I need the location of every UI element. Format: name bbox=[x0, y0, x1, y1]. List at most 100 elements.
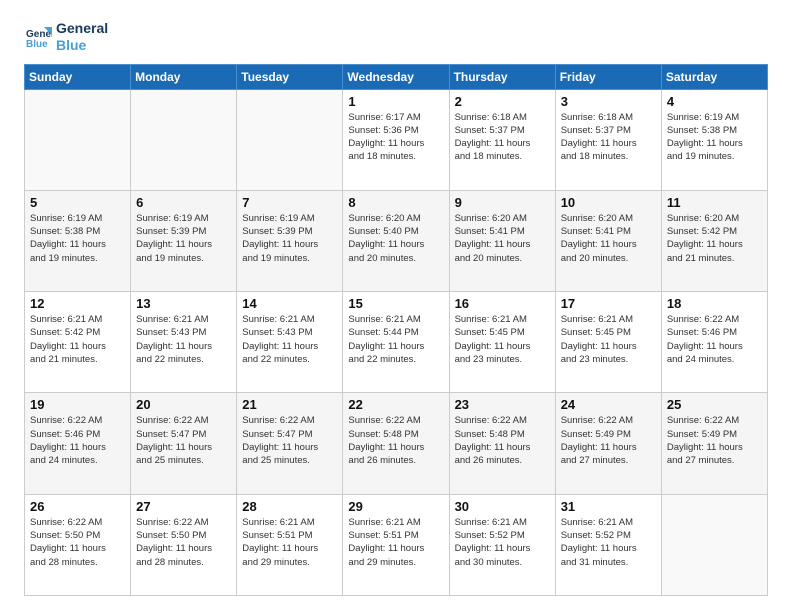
day-info: Sunrise: 6:20 AM Sunset: 5:42 PM Dayligh… bbox=[667, 212, 762, 265]
calendar-cell: 8 Sunrise: 6:20 AM Sunset: 5:40 PM Daylig… bbox=[343, 190, 449, 291]
day-number: 17 bbox=[561, 296, 656, 311]
day-header-thursday: Thursday bbox=[449, 64, 555, 89]
day-info: Sunrise: 6:21 AM Sunset: 5:45 PM Dayligh… bbox=[455, 313, 550, 366]
day-info: Sunrise: 6:21 AM Sunset: 5:42 PM Dayligh… bbox=[30, 313, 125, 366]
day-info: Sunrise: 6:21 AM Sunset: 5:51 PM Dayligh… bbox=[348, 516, 443, 569]
day-info: Sunrise: 6:22 AM Sunset: 5:46 PM Dayligh… bbox=[30, 414, 125, 467]
calendar-cell: 25 Sunrise: 6:22 AM Sunset: 5:49 PM Dayli… bbox=[661, 393, 767, 494]
day-header-friday: Friday bbox=[555, 64, 661, 89]
calendar-cell: 19 Sunrise: 6:22 AM Sunset: 5:46 PM Dayli… bbox=[25, 393, 131, 494]
day-number: 26 bbox=[30, 499, 125, 514]
day-number: 10 bbox=[561, 195, 656, 210]
day-info: Sunrise: 6:21 AM Sunset: 5:43 PM Dayligh… bbox=[242, 313, 337, 366]
day-number: 25 bbox=[667, 397, 762, 412]
calendar-cell: 18 Sunrise: 6:22 AM Sunset: 5:46 PM Dayli… bbox=[661, 292, 767, 393]
logo: General Blue General Blue bbox=[24, 20, 108, 54]
day-number: 3 bbox=[561, 94, 656, 109]
day-info: Sunrise: 6:19 AM Sunset: 5:38 PM Dayligh… bbox=[30, 212, 125, 265]
day-info: Sunrise: 6:19 AM Sunset: 5:39 PM Dayligh… bbox=[242, 212, 337, 265]
calendar-cell: 1 Sunrise: 6:17 AM Sunset: 5:36 PM Daylig… bbox=[343, 89, 449, 190]
day-info: Sunrise: 6:22 AM Sunset: 5:49 PM Dayligh… bbox=[561, 414, 656, 467]
day-number: 2 bbox=[455, 94, 550, 109]
calendar-cell: 15 Sunrise: 6:21 AM Sunset: 5:44 PM Dayli… bbox=[343, 292, 449, 393]
day-info: Sunrise: 6:17 AM Sunset: 5:36 PM Dayligh… bbox=[348, 111, 443, 164]
calendar-cell: 10 Sunrise: 6:20 AM Sunset: 5:41 PM Dayli… bbox=[555, 190, 661, 291]
calendar-cell: 9 Sunrise: 6:20 AM Sunset: 5:41 PM Daylig… bbox=[449, 190, 555, 291]
calendar-cell: 12 Sunrise: 6:21 AM Sunset: 5:42 PM Dayli… bbox=[25, 292, 131, 393]
day-header-sunday: Sunday bbox=[25, 64, 131, 89]
day-info: Sunrise: 6:19 AM Sunset: 5:38 PM Dayligh… bbox=[667, 111, 762, 164]
calendar-cell: 2 Sunrise: 6:18 AM Sunset: 5:37 PM Daylig… bbox=[449, 89, 555, 190]
logo-icon: General Blue bbox=[24, 23, 52, 51]
day-header-monday: Monday bbox=[131, 64, 237, 89]
day-number: 28 bbox=[242, 499, 337, 514]
day-info: Sunrise: 6:21 AM Sunset: 5:44 PM Dayligh… bbox=[348, 313, 443, 366]
day-number: 13 bbox=[136, 296, 231, 311]
calendar-cell: 28Sunrise: 6:21 AM Sunset: 5:51 PM Dayli… bbox=[237, 494, 343, 595]
calendar-cell bbox=[131, 89, 237, 190]
calendar-cell: 17 Sunrise: 6:21 AM Sunset: 5:45 PM Dayli… bbox=[555, 292, 661, 393]
day-info: Sunrise: 6:20 AM Sunset: 5:40 PM Dayligh… bbox=[348, 212, 443, 265]
day-info: Sunrise: 6:19 AM Sunset: 5:39 PM Dayligh… bbox=[136, 212, 231, 265]
calendar-cell bbox=[661, 494, 767, 595]
day-number: 1 bbox=[348, 94, 443, 109]
day-number: 9 bbox=[455, 195, 550, 210]
calendar-cell bbox=[237, 89, 343, 190]
calendar-cell: 29Sunrise: 6:21 AM Sunset: 5:51 PM Dayli… bbox=[343, 494, 449, 595]
day-number: 8 bbox=[348, 195, 443, 210]
calendar-cell: 4 Sunrise: 6:19 AM Sunset: 5:38 PM Daylig… bbox=[661, 89, 767, 190]
day-info: Sunrise: 6:18 AM Sunset: 5:37 PM Dayligh… bbox=[455, 111, 550, 164]
calendar-table: SundayMondayTuesdayWednesdayThursdayFrid… bbox=[24, 64, 768, 596]
calendar-cell: 3 Sunrise: 6:18 AM Sunset: 5:37 PM Daylig… bbox=[555, 89, 661, 190]
day-info: Sunrise: 6:21 AM Sunset: 5:45 PM Dayligh… bbox=[561, 313, 656, 366]
day-header-wednesday: Wednesday bbox=[343, 64, 449, 89]
day-number: 23 bbox=[455, 397, 550, 412]
day-info: Sunrise: 6:20 AM Sunset: 5:41 PM Dayligh… bbox=[455, 212, 550, 265]
day-number: 12 bbox=[30, 296, 125, 311]
day-number: 31 bbox=[561, 499, 656, 514]
day-number: 11 bbox=[667, 195, 762, 210]
day-info: Sunrise: 6:22 AM Sunset: 5:48 PM Dayligh… bbox=[455, 414, 550, 467]
calendar-cell: 27 Sunrise: 6:22 AM Sunset: 5:50 PM Dayli… bbox=[131, 494, 237, 595]
day-info: Sunrise: 6:21 AM Sunset: 5:52 PM Dayligh… bbox=[455, 516, 550, 569]
day-number: 15 bbox=[348, 296, 443, 311]
day-number: 30 bbox=[455, 499, 550, 514]
day-info: Sunrise: 6:22 AM Sunset: 5:47 PM Dayligh… bbox=[136, 414, 231, 467]
day-number: 6 bbox=[136, 195, 231, 210]
day-info: Sunrise: 6:22 AM Sunset: 5:48 PM Dayligh… bbox=[348, 414, 443, 467]
page: General Blue General Blue SundayMondayTu… bbox=[0, 0, 792, 612]
logo-text-general: General bbox=[56, 20, 108, 37]
day-info: Sunrise: 6:20 AM Sunset: 5:41 PM Dayligh… bbox=[561, 212, 656, 265]
calendar-cell: 26Sunrise: 6:22 AM Sunset: 5:50 PM Dayli… bbox=[25, 494, 131, 595]
day-number: 16 bbox=[455, 296, 550, 311]
calendar-cell: 14 Sunrise: 6:21 AM Sunset: 5:43 PM Dayli… bbox=[237, 292, 343, 393]
calendar-cell: 13 Sunrise: 6:21 AM Sunset: 5:43 PM Dayli… bbox=[131, 292, 237, 393]
day-info: Sunrise: 6:21 AM Sunset: 5:43 PM Dayligh… bbox=[136, 313, 231, 366]
calendar-cell: 31Sunrise: 6:21 AM Sunset: 5:52 PM Dayli… bbox=[555, 494, 661, 595]
logo-text-blue: Blue bbox=[56, 37, 108, 54]
day-number: 27 bbox=[136, 499, 231, 514]
day-number: 4 bbox=[667, 94, 762, 109]
calendar-cell: 30 Sunrise: 6:21 AM Sunset: 5:52 PM Dayli… bbox=[449, 494, 555, 595]
calendar-cell: 21Sunrise: 6:22 AM Sunset: 5:47 PM Dayli… bbox=[237, 393, 343, 494]
calendar-cell: 22Sunrise: 6:22 AM Sunset: 5:48 PM Dayli… bbox=[343, 393, 449, 494]
calendar-week-5: 26 Sunrise: 6:22 AM Sunset: 5:50 PM Dayli… bbox=[25, 494, 768, 595]
day-header-saturday: Saturday bbox=[661, 64, 767, 89]
calendar-cell: 5 Sunrise: 6:19 AM Sunset: 5:38 PM Daylig… bbox=[25, 190, 131, 291]
day-number: 5 bbox=[30, 195, 125, 210]
calendar-week-4: 19 Sunrise: 6:22 AM Sunset: 5:46 PM Dayli… bbox=[25, 393, 768, 494]
day-number: 18 bbox=[667, 296, 762, 311]
day-number: 19 bbox=[30, 397, 125, 412]
calendar-cell: 11 Sunrise: 6:20 AM Sunset: 5:42 PM Dayli… bbox=[661, 190, 767, 291]
day-info: Sunrise: 6:22 AM Sunset: 5:46 PM Dayligh… bbox=[667, 313, 762, 366]
day-info: Sunrise: 6:22 AM Sunset: 5:47 PM Dayligh… bbox=[242, 414, 337, 467]
day-info: Sunrise: 6:18 AM Sunset: 5:37 PM Dayligh… bbox=[561, 111, 656, 164]
calendar-week-2: 5 Sunrise: 6:19 AM Sunset: 5:38 PM Daylig… bbox=[25, 190, 768, 291]
day-info: Sunrise: 6:22 AM Sunset: 5:50 PM Dayligh… bbox=[136, 516, 231, 569]
calendar-cell bbox=[25, 89, 131, 190]
calendar-cell: 20 Sunrise: 6:22 AM Sunset: 5:47 PM Dayli… bbox=[131, 393, 237, 494]
day-number: 14 bbox=[242, 296, 337, 311]
day-info: Sunrise: 6:22 AM Sunset: 5:49 PM Dayligh… bbox=[667, 414, 762, 467]
header: General Blue General Blue bbox=[24, 20, 768, 54]
day-number: 20 bbox=[136, 397, 231, 412]
